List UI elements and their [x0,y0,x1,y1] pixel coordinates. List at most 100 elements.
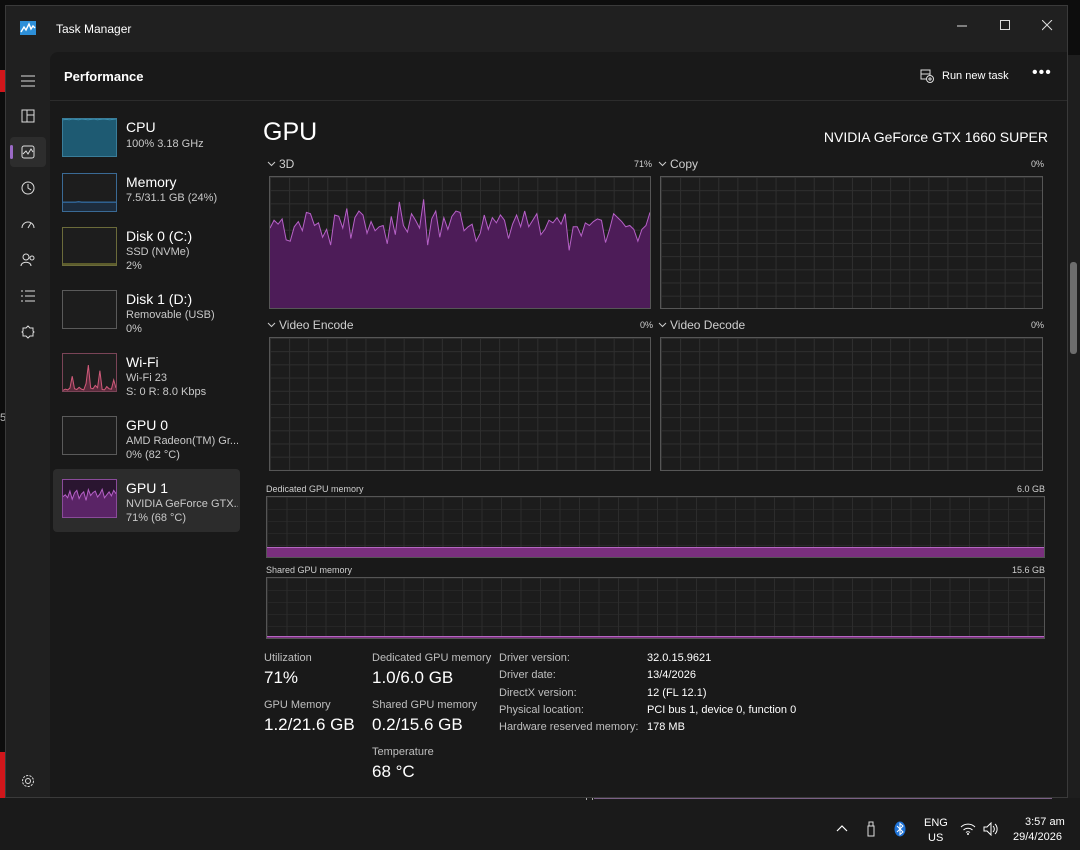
run-new-task-label: Run new task [942,70,1009,82]
device-item-disk1[interactable]: Disk 1 (D:) Removable (USB) 0% [53,280,240,343]
users-icon [20,253,35,267]
gpu0-thumbnail [62,416,117,455]
nav-app-history[interactable] [10,173,46,203]
device-item-gpu0[interactable]: GPU 0 AMD Radeon(TM) Gr... 0% (82 °C) [53,406,240,469]
device-item-disk0[interactable]: Disk 0 (C:) SSD (NVMe) 2% [53,217,240,280]
gpu1-mini-graph [63,487,116,517]
cpu-thumb-line [63,119,116,121]
disk1-thumbnail [62,290,117,329]
processes-icon [21,109,35,123]
clock-time[interactable]: 3:57 am [1025,816,1065,828]
shared-memory-fill [267,636,1044,638]
device-usage: 2% [126,260,142,272]
engine-percent: 0% [1031,320,1045,330]
info-key: Physical location: [499,704,584,716]
device-detail: 100% 3.18 GHz [126,138,204,150]
run-new-task-button[interactable]: Run new task [920,66,1009,86]
gpu-title: GPU [263,118,318,146]
gpu1-thumbnail [62,479,117,518]
temperature-value: 68 °C [372,762,415,781]
engine-selector-video-decode[interactable]: Video Decode [658,318,745,332]
engine-selector-3d[interactable]: 3D [267,157,294,171]
3d-usage-graph [269,176,651,309]
hamburger-menu-button[interactable] [10,66,46,96]
device-name: GPU 1 [126,480,169,496]
dedicated-memory-fill [267,546,1044,557]
usb-drive-icon[interactable] [866,821,876,837]
device-usage: 71% (68 °C) [126,512,187,524]
app-history-icon [21,181,35,195]
engine-selector-video-encode[interactable]: Video Encode [267,318,354,332]
chevron-down-icon [267,322,276,328]
device-usage: S: 0 R: 8.0 Kbps [126,386,207,398]
info-key: DirectX version: [499,687,577,699]
volume-icon[interactable] [983,822,999,836]
nav-users[interactable] [10,245,46,275]
nav-startup-apps[interactable] [10,209,46,239]
nav-settings[interactable] [10,766,46,796]
nav-processes[interactable] [10,101,46,131]
temperature-label: Temperature [372,746,434,758]
bluetooth-icon[interactable] [894,821,906,837]
info-key: Driver date: [499,669,556,681]
utilization-3d-area [270,199,650,308]
device-name: CPU [126,119,156,135]
engine-percent: 71% [634,159,653,169]
engine-label: Video Decode [670,318,746,332]
info-value: 178 MB [647,721,685,733]
input-language[interactable]: ENG [924,817,948,829]
utilization-label: Utilization [264,652,312,664]
memory-thumbnail [62,173,117,212]
chevron-up-icon[interactable] [836,824,848,832]
minimize-button[interactable] [945,12,979,38]
device-detail: SSD (NVMe) [126,246,190,258]
device-item-gpu1[interactable]: GPU 1 NVIDIA GeForce GTX... 71% (68 °C) [53,469,240,532]
window-title: Task Manager [56,22,132,36]
info-value: 12 (FL 12.1) [647,687,707,699]
device-detail: 7.5/31.1 GB (24%) [126,192,218,204]
utilization-value: 71% [264,668,299,687]
device-detail: Removable (USB) [126,309,215,321]
device-detail: Wi-Fi 23 [126,372,167,384]
device-name: Disk 1 (D:) [126,291,193,307]
info-value: PCI bus 1, device 0, function 0 [647,704,797,716]
shared-memory-graph-label: Shared GPU memory [266,565,353,575]
details-icon [21,290,35,302]
cpu-thumb-area [63,119,116,156]
nav-details[interactable] [10,281,46,311]
desktop-strip [0,798,1080,808]
title-bar[interactable]: Task Manager [6,6,1067,52]
shared-memory-value: 0.2/15.6 GB [372,715,463,734]
settings-icon [22,775,34,787]
copy-usage-graph [660,176,1043,309]
nav-services[interactable] [10,317,46,347]
close-button[interactable] [1030,12,1064,38]
dedicated-memory-max: 6.0 GB [1017,484,1046,494]
navigation-rail [6,52,50,797]
background-window-strip [1068,55,1080,800]
wifi-thumbnail [62,353,117,392]
cpu-thumbnail [62,118,117,157]
performance-icon [21,145,35,159]
wifi-icon[interactable] [960,823,976,835]
chevron-down-icon [658,161,667,167]
nav-performance[interactable] [10,137,46,167]
device-item-cpu[interactable]: CPU 100% 3.18 GHz [53,108,240,171]
wifi-mini-graph [63,365,116,391]
shared-memory-label: Shared GPU memory [372,699,478,711]
services-icon [21,325,35,339]
maximize-icon [999,19,1010,30]
info-value: 13/4/2026 [647,669,696,681]
engine-selector-copy[interactable]: Copy [658,157,698,171]
performance-page: Performance Run new task ••• CPU 100% 3.… [50,52,1067,797]
gpu-memory-value: 1.2/21.6 GB [264,715,355,734]
shared-memory-graph [266,577,1045,639]
startup-apps-icon [21,221,35,229]
device-item-wifi[interactable]: Wi-Fi Wi-Fi 23 S: 0 R: 8.0 Kbps [53,343,240,406]
input-region[interactable]: US [928,832,943,844]
more-options-button[interactable]: ••• [1032,64,1052,82]
dedicated-memory-value: 1.0/6.0 GB [372,668,454,687]
clock-date[interactable]: 29/4/2026 [1013,831,1062,843]
video-decode-usage-graph [660,337,1043,471]
maximize-button[interactable] [988,12,1022,38]
